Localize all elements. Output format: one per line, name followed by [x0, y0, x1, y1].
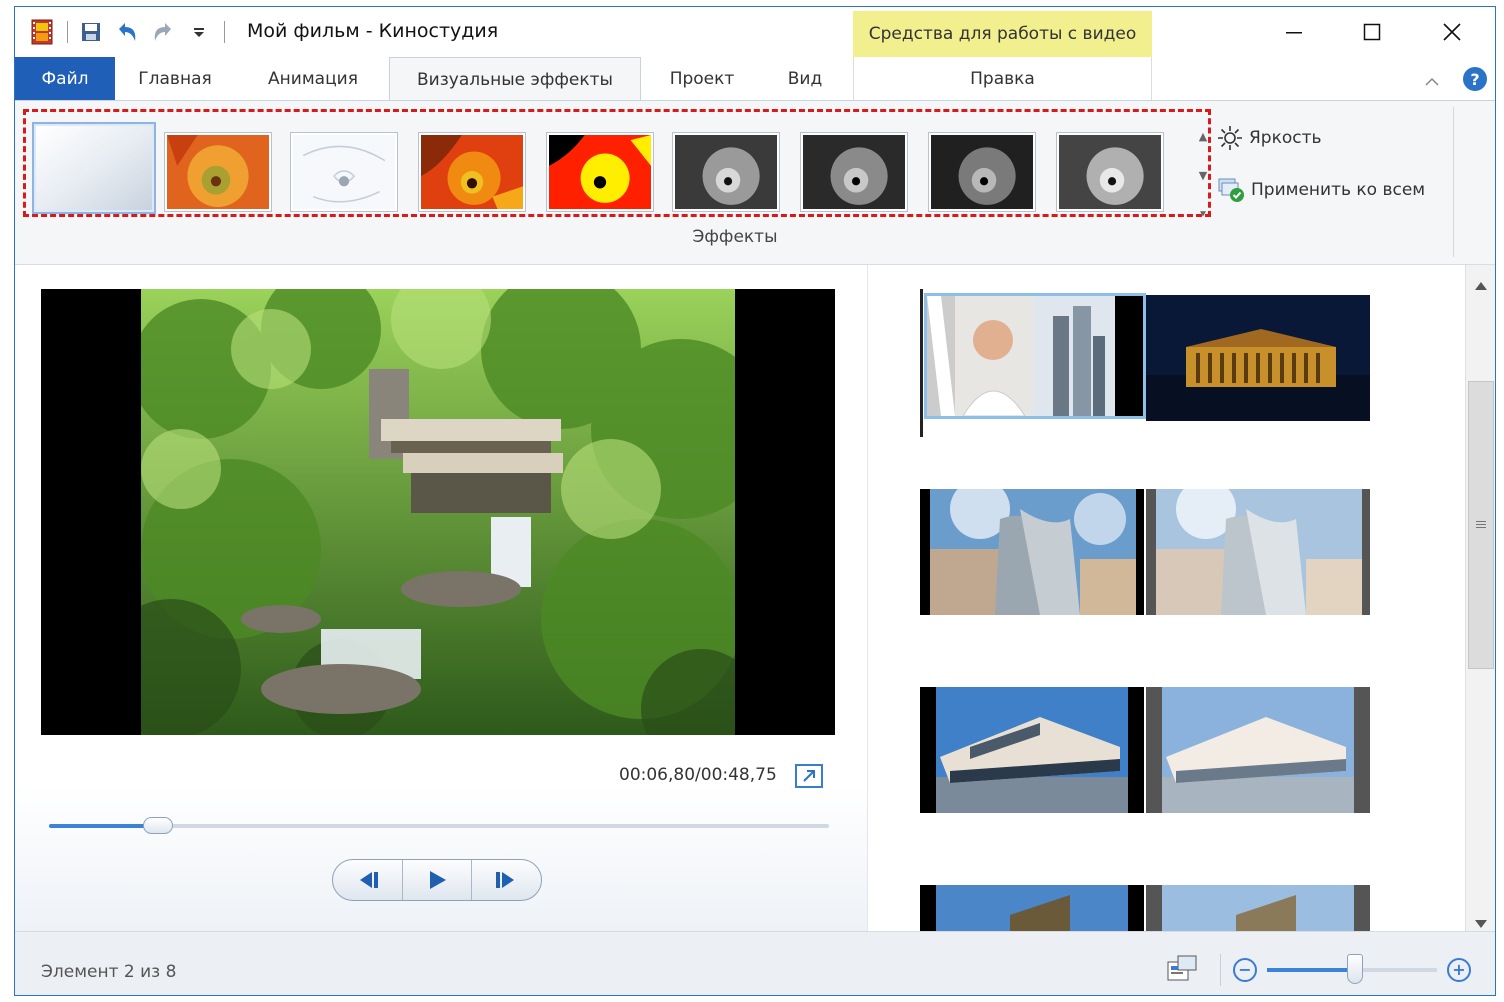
- clip-item[interactable]: [920, 885, 1144, 931]
- ribbon-divider: [1453, 107, 1454, 257]
- effect-grayscale-1[interactable]: [672, 132, 780, 212]
- gallery-scroll-down-icon[interactable]: ▼: [1199, 169, 1207, 182]
- zoom-handle[interactable]: [1347, 954, 1364, 984]
- clip-item[interactable]: [1146, 687, 1370, 813]
- previous-frame-icon: [360, 872, 379, 888]
- clip-item[interactable]: [920, 687, 1144, 813]
- close-button[interactable]: [1429, 15, 1475, 49]
- storyboard: [868, 265, 1465, 931]
- next-frame-icon: [495, 872, 514, 888]
- window-title: Мой фильм - Киностудия: [247, 20, 499, 42]
- main-area: 00:06,80/00:48,75: [15, 265, 1495, 931]
- collapse-ribbon-icon[interactable]: [1425, 71, 1439, 90]
- tab-visual-effects[interactable]: Визуальные эффекты: [389, 57, 641, 102]
- clip-thumbnail-modern-building: [920, 687, 1144, 813]
- time-readout: 00:06,80/00:48,75: [619, 765, 777, 785]
- effects-group-label: Эффекты: [692, 227, 778, 247]
- tab-edit[interactable]: Правка: [853, 57, 1152, 101]
- separator: [1220, 954, 1221, 986]
- status-text: Элемент 2 из 8: [41, 962, 177, 982]
- undo-icon[interactable]: [114, 19, 140, 45]
- clip-thumbnail-partial: [920, 885, 1144, 931]
- brightness-icon: [1218, 126, 1242, 150]
- preview-pane: 00:06,80/00:48,75: [15, 265, 867, 931]
- previous-frame-button[interactable]: [333, 860, 403, 900]
- scroll-up-icon[interactable]: [1475, 275, 1487, 294]
- zoom-control: − +: [1166, 954, 1471, 986]
- ribbon-tabs: Файл Главная Анимация Визуальные эффекты…: [15, 57, 1495, 102]
- brightness-button[interactable]: Яркость: [1217, 125, 1322, 151]
- zoom-in-button[interactable]: +: [1447, 958, 1471, 982]
- effects-gallery: ▲ ▼ ⯆: [23, 109, 1211, 221]
- help-icon[interactable]: ?: [1463, 67, 1487, 91]
- playback-controls: [332, 859, 542, 901]
- seek-bar[interactable]: [49, 817, 829, 834]
- app-window: Мой фильм - Киностудия Средства для рабо…: [14, 6, 1496, 996]
- preview-frame-image: [141, 289, 735, 735]
- scroll-down-icon[interactable]: [1475, 913, 1487, 932]
- separator: [224, 21, 225, 43]
- clip-item[interactable]: [1146, 479, 1370, 615]
- clip-thumbnail-modern-building-effect: [1146, 687, 1370, 813]
- tab-project[interactable]: Проект: [657, 57, 747, 101]
- scrollbar-thumb[interactable]: [1468, 381, 1494, 669]
- effect-threshold-red-yellow[interactable]: [546, 132, 654, 212]
- play-icon: [430, 871, 446, 889]
- video-preview[interactable]: [41, 289, 835, 735]
- effect-posterize-red[interactable]: [418, 132, 526, 212]
- context-header-video-tools: Средства для работы с видео: [853, 11, 1152, 57]
- fullscreen-preview-button[interactable]: [795, 764, 823, 788]
- save-icon[interactable]: [78, 19, 104, 45]
- tab-animation[interactable]: Анимация: [255, 57, 371, 101]
- ribbon-panel: ▲ ▼ ⯆ Яркость Применить ко всем Эффекты: [15, 100, 1495, 265]
- storyboard-scrollbar[interactable]: [1465, 265, 1495, 932]
- separator: [67, 21, 68, 43]
- minimize-button[interactable]: [1271, 15, 1317, 49]
- effect-edge-white[interactable]: [290, 132, 398, 212]
- apply-to-all-button[interactable]: Применить ко всем: [1217, 177, 1425, 203]
- clip-thumbnail-dancing-house-effect: [1146, 479, 1370, 615]
- storyboard-view-icon[interactable]: [1166, 954, 1200, 986]
- seek-handle[interactable]: [143, 817, 174, 834]
- apply-all-label: Применить ко всем: [1251, 180, 1426, 200]
- clip-item[interactable]: [1146, 295, 1370, 421]
- effect-posterize-orange[interactable]: [164, 132, 272, 212]
- clip-thumbnail-partial-effect: [1146, 885, 1370, 931]
- zoom-slider-fill: [1267, 968, 1356, 972]
- title-bar: Мой фильм - Киностудия Средства для рабо…: [15, 7, 1495, 57]
- gallery-expand-icon[interactable]: ⯆: [1199, 208, 1208, 222]
- brightness-label: Яркость: [1249, 128, 1322, 148]
- customize-dropdown-icon[interactable]: [186, 19, 212, 45]
- gallery-scroll-up-icon[interactable]: ▲: [1199, 130, 1207, 143]
- effect-none[interactable]: [32, 122, 156, 214]
- clip-thumbnail-dancing-house: [920, 479, 1144, 615]
- tab-view[interactable]: Вид: [777, 57, 833, 101]
- status-bar: Элемент 2 из 8 − +: [15, 931, 1495, 995]
- play-button[interactable]: [403, 860, 473, 900]
- gallery-scroll: ▲ ▼ ⯆: [1192, 130, 1214, 222]
- redo-icon[interactable]: [150, 19, 176, 45]
- tab-home[interactable]: Главная: [125, 57, 225, 101]
- zoom-slider[interactable]: [1267, 954, 1437, 984]
- tab-file[interactable]: Файл: [15, 57, 115, 101]
- quick-access-toolbar: [29, 19, 235, 45]
- clip-item[interactable]: [924, 293, 1146, 419]
- effect-grayscale-2[interactable]: [800, 132, 908, 212]
- seek-bar-progress: [49, 824, 159, 828]
- maximize-button[interactable]: [1349, 15, 1395, 49]
- clip-item[interactable]: [920, 479, 1144, 615]
- playhead: [920, 289, 923, 437]
- next-frame-button[interactable]: [472, 860, 541, 900]
- apply-all-icon: [1218, 178, 1244, 202]
- expand-icon: [803, 770, 815, 782]
- effect-grayscale-3[interactable]: [928, 132, 1036, 212]
- clip-thumbnail-parthenon: [1146, 295, 1370, 421]
- zoom-out-button[interactable]: −: [1233, 958, 1257, 982]
- effect-grayscale-4[interactable]: [1056, 132, 1164, 212]
- clip-item[interactable]: [1146, 885, 1370, 931]
- app-film-icon[interactable]: [29, 19, 55, 45]
- clip-thumbnail-transition: [927, 296, 1143, 417]
